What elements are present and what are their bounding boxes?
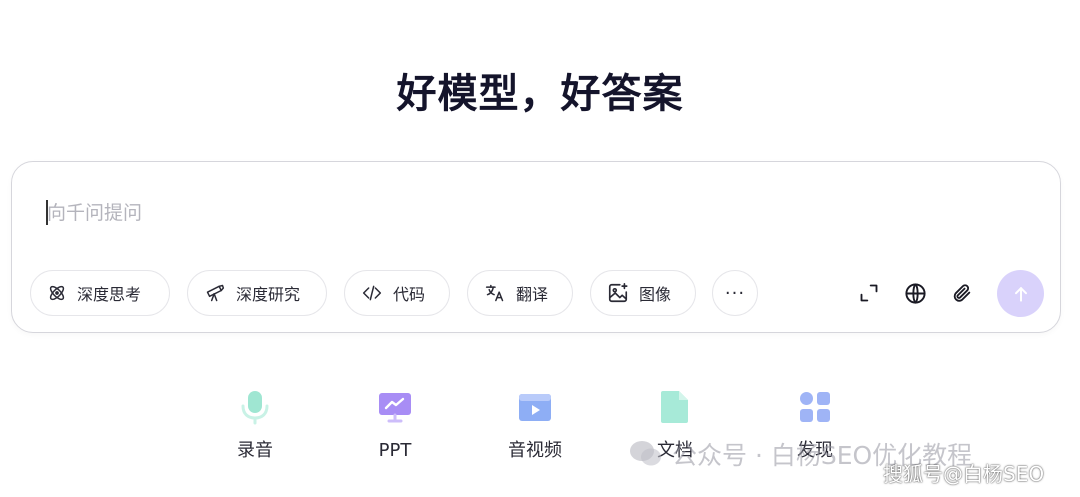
wechat-logo-icon <box>630 441 661 466</box>
page-title: 好模型，好答案 <box>396 71 684 117</box>
more-icon: ··· <box>724 282 746 304</box>
shortcut-recording-label: 录音 <box>237 440 273 461</box>
code-icon <box>362 285 382 301</box>
arrow-up-icon <box>1014 286 1027 302</box>
image-label: 图像 <box>639 285 672 304</box>
prompt-input[interactable] <box>47 198 947 228</box>
translate-icon <box>485 284 504 302</box>
chat-composer: 深度思考 深度研究 代码 <box>11 161 1061 333</box>
shortcut-ppt-label: PPT <box>378 440 412 461</box>
translate-label: 翻译 <box>516 285 549 304</box>
expand-button[interactable] <box>856 280 882 306</box>
shortcut-recording[interactable]: 录音 <box>210 388 300 463</box>
web-search-button[interactable] <box>902 280 928 306</box>
globe-icon <box>904 282 926 304</box>
code-button[interactable]: 代码 <box>344 270 450 316</box>
atom-icon <box>49 285 65 301</box>
image-sparkle-icon <box>608 283 628 303</box>
sohu-watermark: 搜狐号@白杨SEO <box>883 462 1045 486</box>
attach-button[interactable] <box>949 280 975 306</box>
grid-apps-icon <box>796 388 834 426</box>
telescope-icon <box>206 284 225 302</box>
deep-research-label: 深度研究 <box>236 285 301 304</box>
shortcut-audio-video[interactable]: 音视频 <box>490 388 580 463</box>
video-player-icon <box>516 388 554 426</box>
app-page: 好模型，好答案 深度思考 深度研究 <box>0 0 1080 497</box>
paperclip-icon <box>953 284 971 302</box>
shortcut-ppt[interactable]: PPT <box>350 388 440 463</box>
presentation-icon <box>376 388 414 426</box>
code-label: 代码 <box>393 285 426 304</box>
image-button[interactable]: 图像 <box>590 270 696 316</box>
microphone-icon <box>236 388 274 426</box>
document-icon <box>656 388 694 426</box>
send-button[interactable] <box>997 270 1044 317</box>
deep-research-button[interactable]: 深度研究 <box>187 270 327 316</box>
translate-button[interactable]: 翻译 <box>467 270 573 316</box>
deep-thinking-label: 深度思考 <box>77 285 142 304</box>
deep-thinking-button[interactable]: 深度思考 <box>30 270 170 316</box>
more-tools-button[interactable]: ··· <box>712 270 758 316</box>
expand-icon <box>860 284 878 302</box>
shortcut-audio-video-label: 音视频 <box>508 440 562 461</box>
